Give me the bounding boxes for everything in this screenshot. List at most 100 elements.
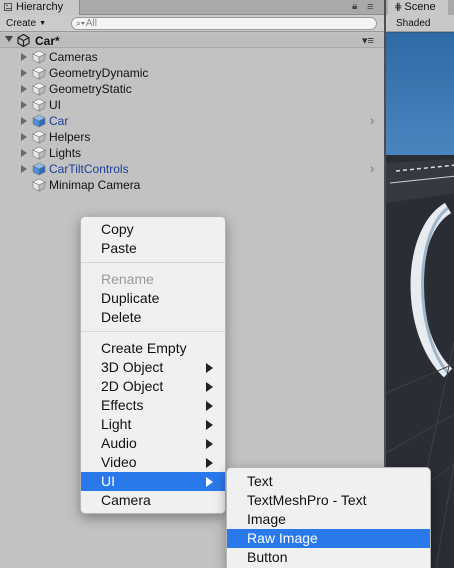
menu-item-label: 3D Object xyxy=(101,359,164,375)
expand-arrow-icon[interactable] xyxy=(21,101,27,109)
lock-icon[interactable]: 🔒︎ xyxy=(352,1,357,12)
menu-item-camera[interactable]: Camera xyxy=(81,491,225,510)
menu-item-3d-object[interactable]: 3D Object xyxy=(81,358,225,377)
hierarchy-item[interactable]: GeometryStatic xyxy=(0,81,384,97)
submenu-arrow-icon xyxy=(206,382,213,392)
hierarchy-item-label: Minimap Camera xyxy=(49,178,141,192)
menu-item-ui[interactable]: UI xyxy=(81,472,225,491)
hierarchy-item-label: Car xyxy=(49,114,69,128)
prefab-cube-icon xyxy=(32,114,46,128)
expand-arrow-icon[interactable] xyxy=(21,133,27,141)
hierarchy-item[interactable]: Helpers xyxy=(0,129,384,145)
search-input[interactable]: ⌕▾All xyxy=(71,17,377,30)
submenu-item-label: TextMeshPro - Text xyxy=(247,492,367,508)
search-icon: ⌕▾ xyxy=(76,18,85,28)
submenu-arrow-icon xyxy=(206,458,213,468)
create-dropdown-button[interactable]: Create ▼ xyxy=(6,17,46,30)
submenu-arrow-icon xyxy=(206,420,213,430)
search-placeholder: All xyxy=(85,18,97,29)
expand-arrow-icon[interactable] xyxy=(21,53,27,61)
menu-separator xyxy=(81,331,225,332)
hierarchy-item[interactable]: UI xyxy=(0,97,384,113)
gameobject-cube-icon xyxy=(32,178,46,192)
shading-mode-dropdown[interactable]: Shaded xyxy=(396,17,430,30)
hierarchy-icon xyxy=(4,3,12,11)
menu-item-audio[interactable]: Audio xyxy=(81,434,225,453)
chevron-right-icon[interactable]: › xyxy=(370,161,374,176)
tab-scene[interactable]: ⋕ Scene xyxy=(388,0,448,16)
menu-item-paste[interactable]: Paste xyxy=(81,239,225,258)
menu-item-copy[interactable]: Copy xyxy=(81,220,225,239)
hierarchy-item[interactable]: Cameras xyxy=(0,49,384,65)
tab-hierarchy[interactable]: Hierarchy xyxy=(0,0,80,16)
ui-submenu: Text TextMeshPro - Text Image Raw Image Butt… xyxy=(226,467,431,568)
menu-item-delete[interactable]: Delete xyxy=(81,308,225,327)
gameobject-cube-icon xyxy=(32,146,46,160)
menu-item-label: Delete xyxy=(101,309,142,325)
menu-item-video[interactable]: Video xyxy=(81,453,225,472)
submenu-item-raw-image[interactable]: Raw Image xyxy=(227,529,430,548)
menu-item-label: Camera xyxy=(101,492,151,508)
hierarchy-item[interactable]: Lights xyxy=(0,145,384,161)
menu-item-duplicate[interactable]: Duplicate xyxy=(81,289,225,308)
expand-arrow-icon[interactable] xyxy=(21,69,27,77)
scene-name: Car* xyxy=(35,34,60,48)
hierarchy-item-label: CarTiltControls xyxy=(49,162,129,176)
hierarchy-tab-label: Hierarchy xyxy=(16,1,64,13)
expand-arrow-icon[interactable] xyxy=(21,149,27,157)
gameobject-cube-icon xyxy=(32,130,46,144)
menu-item-2d-object[interactable]: 2D Object xyxy=(81,377,225,396)
create-label: Create xyxy=(6,18,37,29)
hierarchy-item[interactable]: Minimap Camera xyxy=(0,177,384,193)
expand-arrow-icon[interactable] xyxy=(21,165,27,173)
menu-item-create-empty[interactable]: Create Empty xyxy=(81,339,225,358)
submenu-item-label: Raw Image xyxy=(247,530,318,546)
expand-arrow-icon[interactable] xyxy=(21,85,27,93)
hierarchy-item[interactable]: GeometryDynamic xyxy=(0,65,384,81)
gameobject-cube-icon xyxy=(32,50,46,64)
menu-separator xyxy=(81,262,225,263)
menu-item-light[interactable]: Light xyxy=(81,415,225,434)
prefab-cube-icon xyxy=(32,162,46,176)
panel-menu-icon[interactable]: ≡ xyxy=(367,1,373,13)
grid-icon: ⋕ xyxy=(394,2,403,13)
submenu-item-image[interactable]: Image xyxy=(227,510,430,529)
scene-options-icon[interactable]: ▾≡ xyxy=(362,34,374,47)
submenu-item-text[interactable]: Text xyxy=(227,472,430,491)
submenu-item-textmeshpro-text[interactable]: TextMeshPro - Text xyxy=(227,491,430,510)
expand-arrow-icon[interactable] xyxy=(21,117,27,125)
submenu-arrow-icon xyxy=(206,363,213,373)
submenu-arrow-icon xyxy=(206,401,213,411)
menu-item-label: Paste xyxy=(101,240,137,256)
menu-item-label: Video xyxy=(101,454,137,470)
scene-tab-bar: ⋕ Scene xyxy=(386,0,454,16)
hierarchy-tab-bar: Hierarchy 🔒︎ ≡ xyxy=(0,0,384,16)
hierarchy-item-label: GeometryDynamic xyxy=(49,66,149,80)
submenu-item-label: Image xyxy=(247,511,286,527)
gameobject-cube-icon xyxy=(32,98,46,112)
gameobject-cube-icon xyxy=(32,82,46,96)
expand-arrow-icon[interactable] xyxy=(5,36,13,42)
submenu-arrow-icon xyxy=(206,477,213,487)
menu-item-label: Audio xyxy=(101,435,137,451)
dropdown-arrow-icon: ▼ xyxy=(39,20,47,27)
hierarchy-item-label: Helpers xyxy=(49,130,91,144)
submenu-arrow-icon xyxy=(206,439,213,449)
gameobject-cube-icon xyxy=(32,66,46,80)
scene-tab-label: Scene xyxy=(404,1,436,13)
menu-item-label: Effects xyxy=(101,397,144,413)
menu-item-label: UI xyxy=(101,473,115,489)
menu-item-label: Rename xyxy=(101,271,154,287)
submenu-item-button[interactable]: Button xyxy=(227,548,430,567)
menu-item-label: Create Empty xyxy=(101,340,187,356)
chevron-right-icon[interactable]: › xyxy=(370,113,374,128)
submenu-item-label: Button xyxy=(247,549,288,565)
hierarchy-item[interactable]: CarTiltControls › xyxy=(0,161,384,177)
submenu-item-label: Text xyxy=(247,473,273,489)
hierarchy-item[interactable]: Car › xyxy=(0,113,384,129)
scene-root-row[interactable]: Car* ▾≡ xyxy=(0,33,384,48)
unity-logo-icon xyxy=(17,34,30,47)
menu-item-rename: Rename xyxy=(81,270,225,289)
hierarchy-item-label: GeometryStatic xyxy=(49,82,132,96)
menu-item-effects[interactable]: Effects xyxy=(81,396,225,415)
